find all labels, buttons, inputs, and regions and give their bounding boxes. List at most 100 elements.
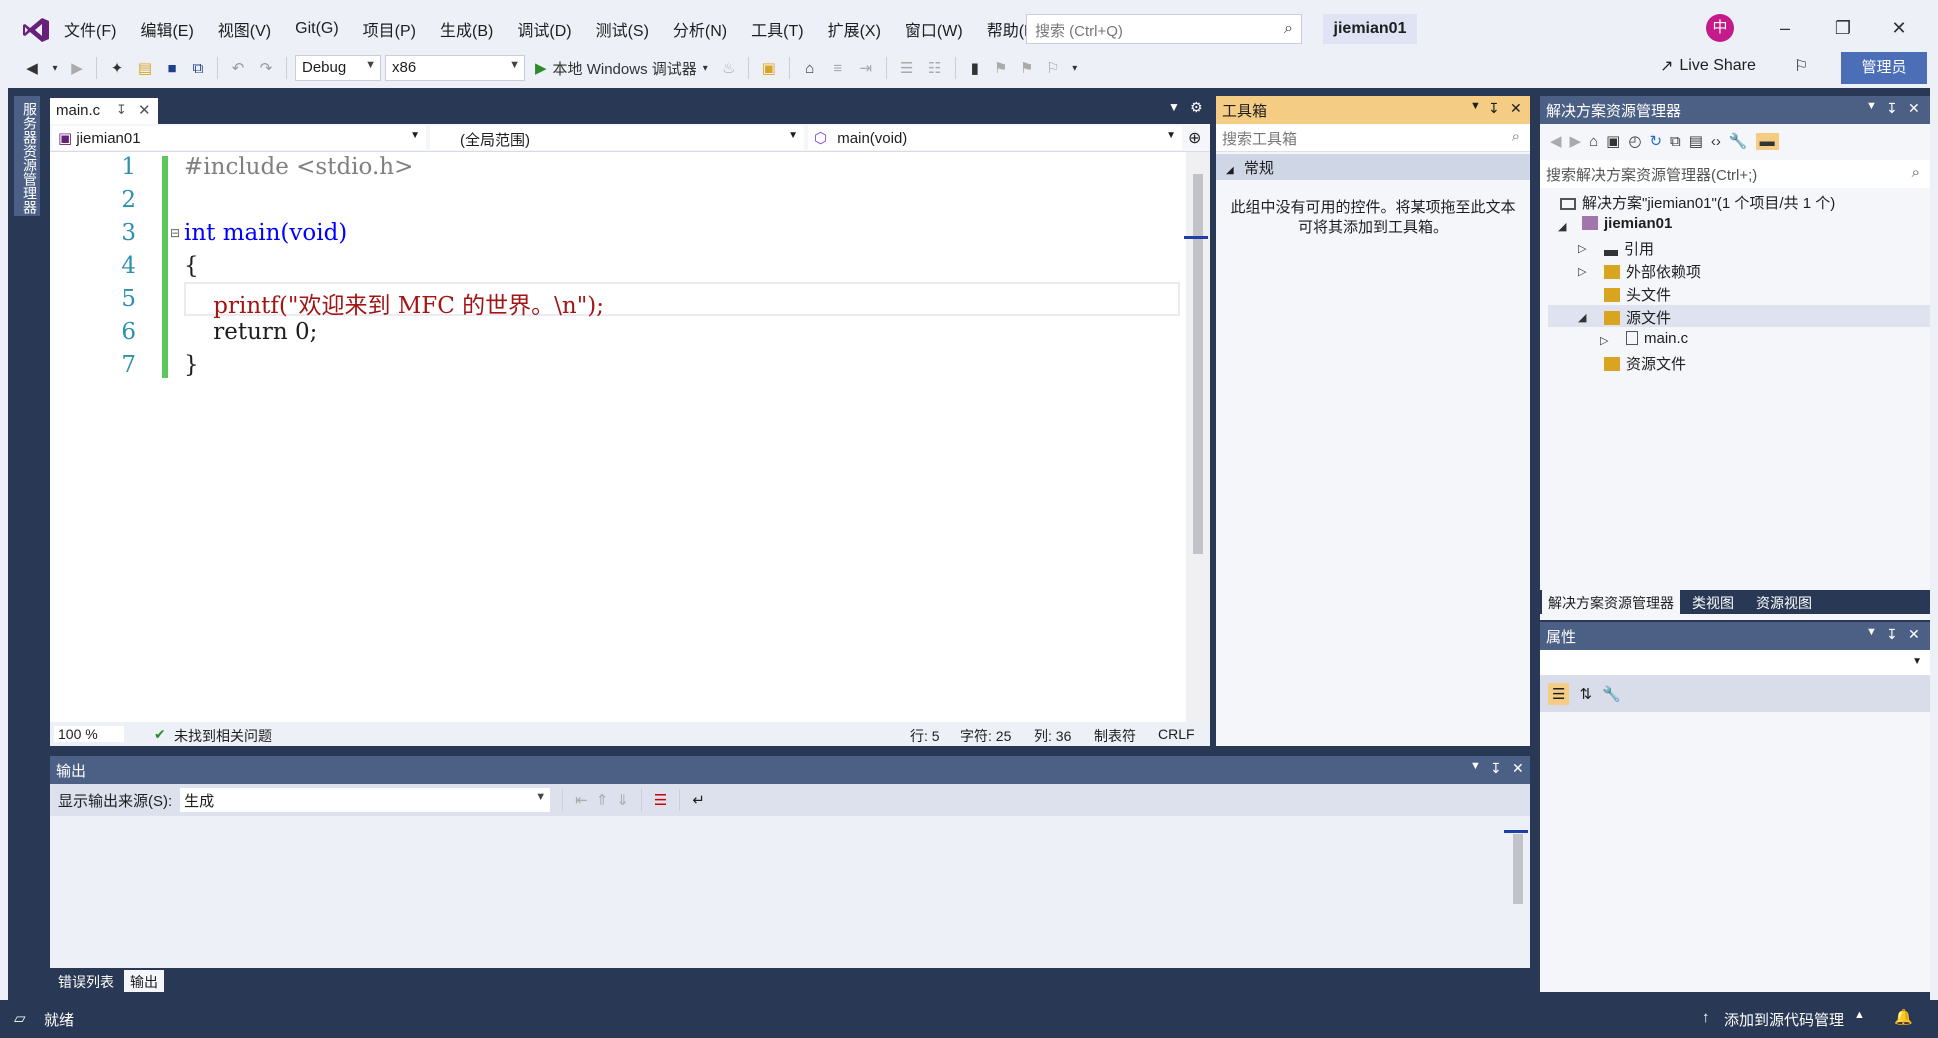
platform-select[interactable]: x86 ▼ bbox=[385, 55, 525, 81]
next-message-icon[interactable]: ⇓ bbox=[616, 791, 629, 809]
sync-icon[interactable]: ↻ bbox=[1649, 132, 1662, 150]
next-bookmark-icon[interactable]: ⚑ bbox=[1016, 55, 1038, 81]
project-nav-select[interactable]: ▣ jiemian01 ▼ bbox=[52, 126, 426, 150]
output-source-select[interactable]: 生成 ▼ bbox=[180, 788, 551, 812]
chevron-down-icon[interactable]: ▼ bbox=[1866, 100, 1877, 112]
pin-icon[interactable]: ↧ bbox=[1886, 626, 1898, 643]
back-icon[interactable]: ◀ bbox=[1550, 132, 1562, 150]
indent-icon[interactable]: ⇥ bbox=[854, 55, 878, 81]
new-project-icon[interactable]: ✦ bbox=[105, 55, 129, 81]
tab-output[interactable]: 输出 bbox=[124, 970, 164, 992]
property-pages-icon[interactable]: 🔧 bbox=[1602, 685, 1621, 703]
notifications-bell-icon[interactable]: 🔔 bbox=[1894, 1008, 1913, 1026]
chevron-down-icon[interactable]: ▼ bbox=[1470, 100, 1481, 112]
categorized-icon[interactable]: ☰ bbox=[1548, 683, 1570, 705]
switch-views-icon[interactable]: ▣ bbox=[1606, 132, 1620, 150]
toolbar-overflow-icon[interactable]: ▾ bbox=[1068, 55, 1082, 81]
tree-header-files[interactable]: 头文件 bbox=[1604, 284, 1671, 305]
redo-icon[interactable]: ↷ bbox=[254, 55, 278, 81]
menu-extensions[interactable]: 扩展(X) bbox=[816, 17, 893, 41]
col-indicator[interactable]: 列: 36 bbox=[1034, 726, 1071, 746]
search-icon[interactable]: ⌕ bbox=[1912, 164, 1920, 181]
close-window-button[interactable]: ✕ bbox=[1882, 14, 1916, 42]
live-share-button[interactable]: ↗ Live Share bbox=[1660, 56, 1756, 76]
show-all-files-icon[interactable]: ▤ bbox=[1689, 132, 1703, 150]
menu-window[interactable]: 窗口(W) bbox=[893, 17, 975, 41]
search-icon[interactable]: ⌕ bbox=[1512, 128, 1520, 145]
chevron-down-icon[interactable]: ▼ bbox=[1470, 760, 1481, 772]
search-input[interactable]: 搜索 (Ctrl+Q) ⌕ bbox=[1026, 14, 1302, 44]
char-indicator[interactable]: 字符: 25 bbox=[960, 726, 1011, 746]
menu-file[interactable]: 文件(F) bbox=[52, 17, 128, 41]
undo-icon[interactable]: ↶ bbox=[226, 55, 250, 81]
menu-git[interactable]: Git(G) bbox=[283, 20, 351, 38]
go-to-location-icon[interactable]: ⇤ bbox=[575, 791, 588, 809]
tab-indicator[interactable]: 制表符 bbox=[1094, 726, 1136, 746]
start-debugging-button[interactable]: ▶ 本地 Windows 调试器 ▾ bbox=[529, 55, 714, 81]
add-to-source-control-button[interactable]: 添加到源代码管理 bbox=[1724, 1009, 1844, 1030]
pending-changes-filter-icon[interactable]: ◴ bbox=[1628, 132, 1641, 150]
output-scrollbar[interactable] bbox=[1504, 820, 1528, 938]
expanded-arrow-icon[interactable]: ◢ bbox=[1558, 220, 1566, 233]
menu-tools[interactable]: 工具(T) bbox=[739, 17, 815, 41]
properties-wrench-icon[interactable]: 🔧 bbox=[1729, 132, 1748, 150]
feedback-icon[interactable]: ⚐ bbox=[1794, 56, 1808, 76]
member-nav-select[interactable]: ⬡ main(void) ▼ bbox=[808, 126, 1182, 150]
scrollbar-thumb[interactable] bbox=[1513, 834, 1523, 904]
menu-build[interactable]: 生成(B) bbox=[428, 17, 505, 41]
tree-external-dependencies[interactable]: 外部依赖项 bbox=[1604, 261, 1701, 282]
line-indicator[interactable]: 行: 5 bbox=[910, 726, 940, 746]
expanded-arrow-icon[interactable]: ◢ bbox=[1578, 311, 1586, 324]
server-explorer-tab[interactable]: 服务器资源管理器 bbox=[14, 96, 40, 216]
pin-icon[interactable]: ↧ bbox=[1886, 100, 1898, 117]
tree-project-node[interactable]: jiemian01 bbox=[1582, 215, 1672, 232]
admin-badge[interactable]: 管理员 bbox=[1841, 52, 1927, 84]
hot-reload-icon[interactable]: ♨ bbox=[718, 55, 740, 81]
menu-debug[interactable]: 调试(D) bbox=[505, 17, 583, 41]
toolbox-search-input[interactable]: 搜索工具箱 ⌕ bbox=[1216, 124, 1530, 152]
tree-references[interactable]: 引用 bbox=[1604, 238, 1654, 259]
save-all-icon[interactable]: ⧉ bbox=[187, 55, 209, 81]
tab-class-view[interactable]: 类视图 bbox=[1686, 590, 1740, 614]
pin-icon[interactable]: ↧ bbox=[1488, 100, 1500, 117]
close-tab-icon[interactable]: ✕ bbox=[138, 101, 151, 119]
prev-message-icon[interactable]: ⇑ bbox=[596, 791, 609, 809]
collapsed-arrow-icon[interactable]: ▷ bbox=[1578, 242, 1586, 255]
close-icon[interactable]: ✕ bbox=[1908, 626, 1920, 643]
uncomment-icon[interactable]: ☷ bbox=[923, 55, 947, 81]
properties-object-select[interactable]: ▼ bbox=[1540, 650, 1930, 676]
forward-icon[interactable]: ▶ bbox=[1570, 132, 1582, 150]
pin-icon[interactable]: ↧ bbox=[116, 102, 127, 118]
solution-explorer-icon[interactable]: ⌂ bbox=[798, 55, 822, 81]
close-icon[interactable]: ✕ bbox=[1512, 760, 1524, 777]
menu-analyze[interactable]: 分析(N) bbox=[661, 17, 739, 41]
alphabetical-icon[interactable]: ⇅ bbox=[1579, 685, 1592, 703]
home-icon[interactable]: ⌂ bbox=[1589, 133, 1598, 150]
close-icon[interactable]: ✕ bbox=[1908, 100, 1920, 117]
configuration-select[interactable]: Debug ▼ bbox=[295, 55, 381, 81]
collapsed-arrow-icon[interactable]: ▷ bbox=[1600, 334, 1608, 347]
chevron-down-icon[interactable]: ▼ bbox=[1866, 626, 1877, 638]
tab-resource-view[interactable]: 资源视图 bbox=[1750, 590, 1818, 614]
tab-main-c[interactable]: main.c ↧ ✕ bbox=[50, 98, 158, 124]
collapsed-arrow-icon[interactable]: ▷ bbox=[1578, 265, 1586, 278]
collapse-icon[interactable]: ⊟ bbox=[170, 226, 180, 240]
tree-solution-node[interactable]: 解决方案"jiemian01"(1 个项目/共 1 个) bbox=[1560, 192, 1835, 213]
bookmark-icon[interactable]: ▮ bbox=[964, 55, 986, 81]
menu-project[interactable]: 项目(P) bbox=[351, 17, 428, 41]
tab-error-list[interactable]: 错误列表 bbox=[52, 970, 120, 992]
search-icon[interactable]: ⌕ bbox=[1284, 20, 1293, 38]
clear-all-icon[interactable]: ☰ bbox=[654, 791, 667, 809]
scope-nav-select[interactable]: (全局范围) ▼ bbox=[430, 126, 804, 150]
clear-bookmarks-icon[interactable]: ⚐ bbox=[1042, 55, 1064, 81]
prev-bookmark-icon[interactable]: ⚑ bbox=[990, 55, 1012, 81]
collapse-all-icon[interactable]: ⧉ bbox=[1670, 133, 1681, 150]
editor-scrollbar[interactable] bbox=[1184, 152, 1210, 722]
tab-dropdown-icon[interactable]: ▼ bbox=[1168, 100, 1180, 114]
menu-test[interactable]: 测试(S) bbox=[584, 17, 661, 41]
zoom-select[interactable]: 100 % bbox=[54, 726, 124, 742]
chevron-up-icon[interactable]: ▲ bbox=[1854, 1009, 1865, 1021]
open-file-icon[interactable]: ▤ bbox=[133, 55, 157, 81]
split-editor-icon[interactable]: ⊕ bbox=[1188, 128, 1201, 148]
visual-studio-logo-icon[interactable] bbox=[22, 16, 50, 44]
